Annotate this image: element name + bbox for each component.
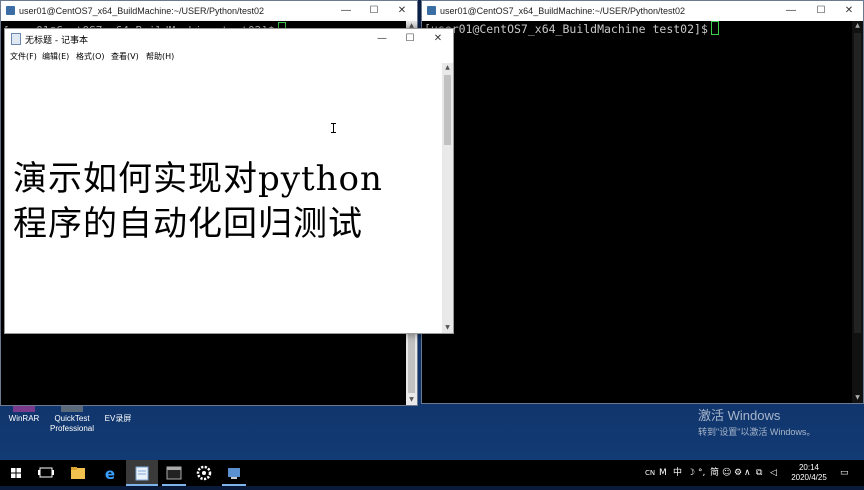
right-terminal-titlebar[interactable]: user01@CentOS7_x64_BuildMachine:~/USER/P… xyxy=(422,1,863,21)
taskbar-file-explorer[interactable] xyxy=(62,460,94,486)
notepad-icon xyxy=(135,466,149,481)
emoji-icon[interactable]: ☺ xyxy=(722,460,731,486)
network-icon[interactable]: ⧉ xyxy=(756,460,762,486)
terminal-cursor xyxy=(710,21,719,35)
notepad-titlebar[interactable]: 无标题 - 记事本 — ☐ ✕ xyxy=(5,29,453,49)
text-line-1: 演示如何实现对python xyxy=(13,159,383,199)
desktop-icon-ev-recorder[interactable]: EV录屏 xyxy=(88,404,148,424)
tray-ime-icon[interactable]: M xyxy=(659,460,667,486)
scroll-down-arrow-icon[interactable]: ▼ xyxy=(852,393,863,403)
scroll-down-arrow-icon[interactable]: ▼ xyxy=(406,395,417,405)
terminal-icon xyxy=(166,466,182,480)
right-terminal-output[interactable]: [user01@CentOS7_x64_BuildMachine test02]… xyxy=(424,21,851,36)
menu-format[interactable]: 格式(O) xyxy=(76,51,105,62)
watermark-title: 激活 Windows xyxy=(698,408,781,423)
close-button[interactable]: ✕ xyxy=(389,1,415,21)
menu-edit[interactable]: 编辑(E) xyxy=(42,51,69,62)
minimize-button[interactable]: — xyxy=(369,29,395,49)
desktop-icon-label: WinRAR xyxy=(8,414,40,423)
terminal-app-icon xyxy=(427,6,436,15)
volume-icon[interactable]: ◁ xyxy=(770,460,777,486)
menu-file[interactable]: 文件(F) xyxy=(10,51,37,62)
moon-icon[interactable]: ☽ xyxy=(687,460,695,486)
clock-date: 2020/4/25 xyxy=(791,473,827,482)
notepad-text-area[interactable]: 演示如何实现对python 程序的自动化回归测试 xyxy=(5,63,443,333)
maximize-button[interactable]: ☐ xyxy=(397,29,423,49)
desktop-icons: WinRAR QuickTest Professional EV录屏 xyxy=(0,404,140,460)
taskbar-notepad[interactable] xyxy=(126,460,158,486)
minimize-button[interactable]: — xyxy=(333,1,359,21)
tray-ime-mode[interactable]: 中 xyxy=(673,460,682,486)
task-view-icon xyxy=(38,467,54,478)
windows-logo-icon xyxy=(11,468,21,478)
gear-icon xyxy=(196,465,212,481)
terminal-prompt: [user01@CentOS7_x64_BuildMachine test02]… xyxy=(424,22,708,36)
text-cursor-icon xyxy=(331,123,336,133)
terminal-app-icon xyxy=(6,6,15,15)
system-clock[interactable]: 20:14 2020/4/25 xyxy=(786,463,832,483)
text-line-2: 程序的自动化回归测试 xyxy=(13,204,363,244)
edge-icon: e xyxy=(105,465,115,483)
notepad-title: 无标题 - 记事本 xyxy=(25,36,88,46)
folder-icon xyxy=(71,467,85,479)
clock-time: 20:14 xyxy=(798,463,820,472)
close-button[interactable]: ✕ xyxy=(425,29,451,49)
task-view-button[interactable] xyxy=(30,460,62,486)
maximize-button[interactable]: ☐ xyxy=(361,1,387,21)
scroll-up-arrow-icon[interactable]: ▲ xyxy=(852,21,863,31)
notepad-app-icon xyxy=(11,33,21,45)
gear-icon[interactable]: ⚙ xyxy=(734,460,742,486)
right-terminal-title: user01@CentOS7_x64_BuildMachine:~/USER/P… xyxy=(440,6,686,16)
punctuation-icon[interactable]: °, xyxy=(698,460,705,486)
notepad-scrollbar[interactable]: ▲ ▼ xyxy=(442,63,453,333)
taskbar-network-app[interactable] xyxy=(218,460,250,486)
scroll-thumb[interactable] xyxy=(854,33,861,333)
scroll-down-arrow-icon[interactable]: ▼ xyxy=(442,323,453,333)
menu-view[interactable]: 查看(V) xyxy=(111,51,139,62)
chevron-up-icon[interactable]: ∧ xyxy=(744,460,751,486)
left-terminal-titlebar[interactable]: user01@CentOS7_x64_BuildMachine:~/USER/P… xyxy=(1,1,417,21)
minimize-button[interactable]: — xyxy=(778,1,804,21)
maximize-button[interactable]: ☐ xyxy=(808,1,834,21)
menu-help[interactable]: 帮助(H) xyxy=(146,51,174,62)
activate-windows-watermark: 激活 Windows 转到"设置"以激活 Windows。 xyxy=(698,408,815,440)
notepad-window[interactable]: 无标题 - 记事本 — ☐ ✕ 文件(F) 编辑(E) 格式(O) 查看(V) … xyxy=(4,28,454,334)
taskbar-terminal[interactable] xyxy=(158,460,190,486)
svg-text:e: e xyxy=(105,465,115,483)
left-terminal-title: user01@CentOS7_x64_BuildMachine:~/USER/P… xyxy=(19,6,265,16)
right-terminal-scrollbar[interactable]: ▲ ▼ xyxy=(852,21,863,403)
start-button[interactable] xyxy=(0,460,32,486)
tray-lang[interactable]: CN xyxy=(645,460,655,486)
network-app-icon xyxy=(228,468,240,479)
notepad-menubar: 文件(F) 编辑(E) 格式(O) 查看(V) 帮助(H) xyxy=(5,49,453,63)
scroll-thumb[interactable] xyxy=(444,75,451,145)
scroll-up-arrow-icon[interactable]: ▲ xyxy=(442,63,453,73)
notification-icon[interactable]: ▭ xyxy=(840,460,849,486)
watermark-subtitle: 转到"设置"以激活 Windows。 xyxy=(698,427,816,437)
taskbar: e CN M 中 ☽ °, 简 ☺ ⚙ ∧ ⧉ ◁ 20:14 2020/4/2… xyxy=(0,460,864,486)
ime-name[interactable]: 简 xyxy=(710,460,719,486)
taskbar-settings[interactable] xyxy=(188,460,220,486)
right-terminal-window[interactable]: user01@CentOS7_x64_BuildMachine:~/USER/P… xyxy=(421,0,864,404)
close-button[interactable]: ✕ xyxy=(836,1,862,21)
desktop-icon-label: EV录屏 xyxy=(104,414,132,423)
taskbar-edge[interactable]: e xyxy=(94,460,126,486)
